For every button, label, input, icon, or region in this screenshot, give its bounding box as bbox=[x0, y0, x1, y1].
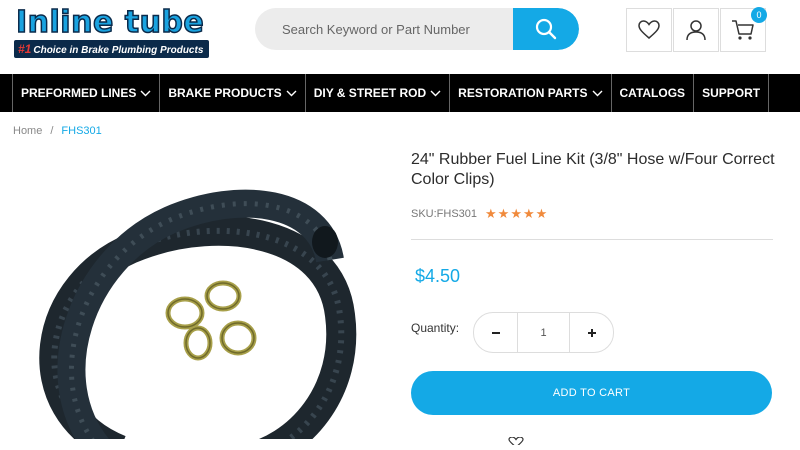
search-icon bbox=[535, 18, 557, 40]
cart-count-badge: 0 bbox=[751, 7, 767, 23]
breadcrumb-separator: / bbox=[50, 125, 54, 137]
quantity-increase-button[interactable] bbox=[570, 313, 613, 352]
main-nav: PREFORMED LINES BRAKE PRODUCTS DIY & STREE… bbox=[0, 74, 800, 112]
sku-row: SKU:FHS301 ★★★★★ bbox=[411, 206, 548, 222]
divider bbox=[411, 239, 773, 240]
nav-item-catalogs[interactable]: CATALOGS bbox=[612, 74, 695, 112]
heart-icon bbox=[508, 436, 524, 448]
nav-item-label: RESTORATION PARTS bbox=[458, 86, 588, 100]
nav-item-diy-street-rod[interactable]: DIY & STREET ROD bbox=[306, 74, 451, 112]
nav-item-label: DIY & STREET ROD bbox=[313, 86, 427, 100]
product-sku: SKU:FHS301 bbox=[411, 208, 478, 220]
add-to-cart-button[interactable]: ADD TO CART bbox=[411, 371, 772, 415]
chevron-down-icon bbox=[430, 90, 441, 97]
chevron-down-icon bbox=[592, 90, 603, 97]
logo-wordmark: Inline tube bbox=[15, 5, 205, 41]
product-image[interactable] bbox=[0, 150, 400, 450]
breadcrumb-home[interactable]: Home bbox=[13, 125, 42, 137]
breadcrumb: Home / FHS301 bbox=[13, 125, 102, 137]
product-price: $4.50 bbox=[415, 266, 461, 286]
quantity-decrease-button[interactable] bbox=[474, 313, 517, 352]
logo-tagline-number: #1 bbox=[18, 42, 32, 56]
quantity-input[interactable] bbox=[517, 313, 570, 352]
user-icon bbox=[686, 20, 706, 41]
nav-item-brake-products[interactable]: BRAKE PRODUCTS bbox=[160, 74, 306, 112]
logo-tagline-text: Choice in Brake Plumbing Products bbox=[33, 45, 204, 56]
nav-item-label: SUPPORT bbox=[702, 86, 761, 100]
breadcrumb-current[interactable]: FHS301 bbox=[61, 125, 101, 137]
quantity-label: Quantity: bbox=[411, 321, 460, 335]
nav-item-label: PREFORMED LINES bbox=[21, 86, 137, 100]
search-input[interactable] bbox=[255, 8, 532, 50]
search-bar bbox=[255, 8, 579, 50]
chevron-down-icon bbox=[140, 90, 151, 97]
nav-item-support[interactable]: SUPPORT bbox=[694, 74, 770, 112]
plus-icon bbox=[587, 328, 596, 337]
quantity-stepper bbox=[473, 312, 614, 353]
fuel-hose-image bbox=[39, 189, 357, 450]
site-header: Inline tube #1 Choice in Brake Plumbing P… bbox=[0, 0, 800, 74]
wishlist-button[interactable] bbox=[626, 8, 672, 52]
cart-button[interactable]: 0 bbox=[720, 7, 767, 52]
account-button[interactable] bbox=[673, 8, 719, 52]
site-logo[interactable]: Inline tube #1 Choice in Brake Plumbing P… bbox=[14, 5, 210, 58]
nav-item-preformed-lines[interactable]: PREFORMED LINES bbox=[12, 74, 161, 112]
nav-item-restoration-parts[interactable]: RESTORATION PARTS bbox=[450, 74, 612, 112]
cart-icon bbox=[732, 20, 754, 40]
logo-tagline: #1 Choice in Brake Plumbing Products bbox=[14, 40, 210, 58]
chevron-down-icon bbox=[286, 90, 297, 97]
nav-item-label: CATALOGS bbox=[619, 86, 686, 100]
product-title: 24" Rubber Fuel Line Kit (3/8" Hose w/Fo… bbox=[411, 151, 775, 188]
search-button[interactable] bbox=[513, 8, 579, 50]
minus-icon bbox=[491, 331, 500, 334]
nav-item-label: BRAKE PRODUCTS bbox=[168, 86, 282, 100]
heart-icon bbox=[638, 20, 660, 39]
add-to-wishlist-button[interactable] bbox=[508, 432, 524, 450]
rating-stars[interactable]: ★★★★★ bbox=[485, 206, 548, 222]
